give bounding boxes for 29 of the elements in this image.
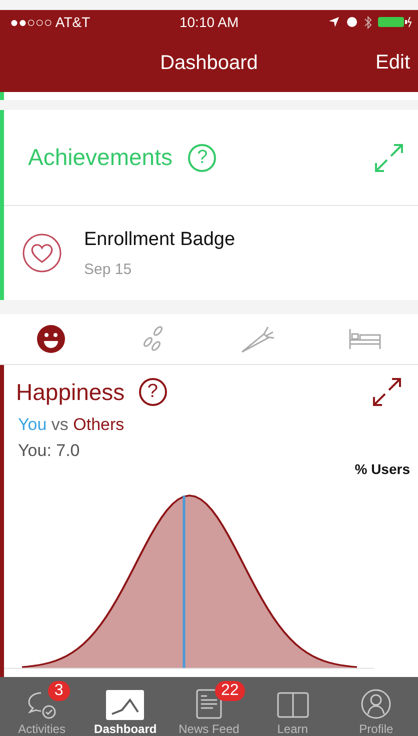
section-title: Happiness — [16, 378, 125, 406]
tab-bar-item[interactable]: Activities 3 — [2, 677, 82, 736]
user-score: You: 7.0 — [17, 440, 81, 461]
tab-bar-item[interactable]: News Feed 22 — [168, 677, 249, 736]
battery-icon — [378, 16, 412, 28]
profile-icon — [360, 688, 392, 720]
heart-badge-icon — [22, 233, 62, 273]
count-badge: 22 — [214, 681, 245, 701]
tab-bar-item[interactable]: Dashboard — [85, 677, 166, 736]
tab-bar-item[interactable]: Profile — [336, 677, 416, 736]
bluetooth-icon — [364, 16, 372, 28]
edit-button[interactable]: Edit — [376, 52, 410, 74]
count-badge: 3 — [48, 681, 70, 701]
line-chart-icon — [106, 690, 144, 720]
expand-icon[interactable] — [372, 377, 402, 407]
bed-icon — [348, 326, 382, 352]
location-icon — [328, 16, 340, 28]
chart-legend: You vs Others — [4, 407, 418, 435]
status-time: 10:10 AM — [179, 14, 239, 30]
help-button[interactable]: ? — [138, 378, 167, 406]
nav-title: Dashboard — [160, 52, 258, 74]
badge-date: Sep 15 — [84, 260, 133, 278]
tab-bar-item[interactable]: Learn — [252, 677, 333, 736]
smiley-icon — [36, 324, 66, 354]
axis-label: % Users — [354, 461, 410, 477]
section-title: Achievements — [28, 144, 172, 171]
badge-name: Enrollment Badge — [84, 228, 236, 250]
book-icon — [276, 690, 310, 720]
carrier-signal: ●●○○○ AT&T — [10, 14, 90, 30]
